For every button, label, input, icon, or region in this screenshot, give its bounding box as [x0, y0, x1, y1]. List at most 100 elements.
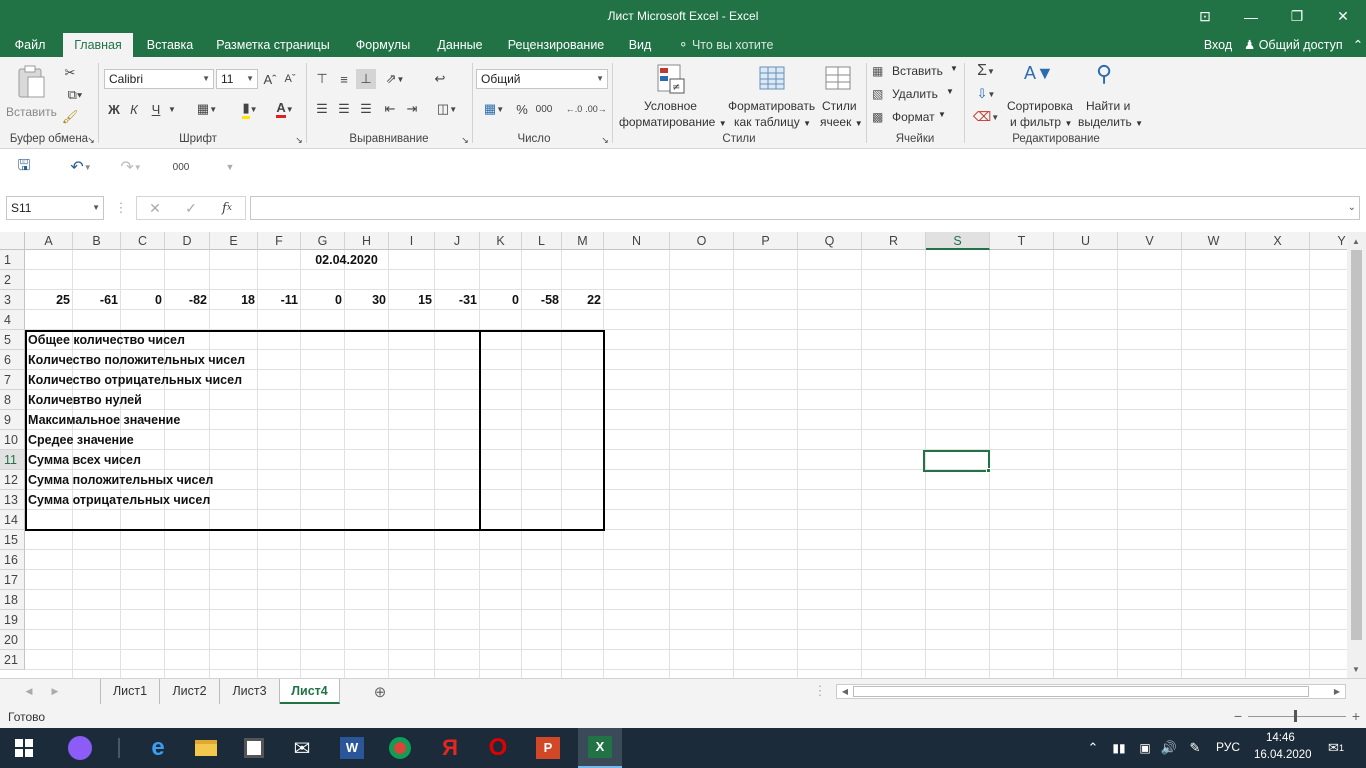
language-indicator[interactable]: РУС: [1216, 740, 1240, 754]
format-as-table-button[interactable]: Форматировать как таблицу ▼: [726, 61, 818, 131]
row-header-17[interactable]: 17: [0, 570, 25, 590]
column-header-a[interactable]: A: [25, 232, 73, 250]
fill-icon[interactable]: ⇩ ▼: [970, 84, 1002, 104]
volume-icon[interactable]: 🔊: [1158, 738, 1180, 758]
row-header-3[interactable]: 3: [0, 290, 25, 310]
decrease-font-icon[interactable]: Aˇ: [282, 69, 298, 89]
select-all-corner[interactable]: [0, 232, 25, 250]
column-header-c[interactable]: C: [121, 232, 165, 250]
row-header-16[interactable]: 16: [0, 550, 25, 570]
undo-icon[interactable]: ↶ ▼: [64, 157, 98, 177]
font-name-select[interactable]: Calibri ▼: [104, 69, 214, 89]
alice-assistant-icon[interactable]: [64, 732, 96, 764]
tab-formulas[interactable]: Формулы: [346, 33, 420, 57]
column-header-v[interactable]: V: [1118, 232, 1182, 250]
format-cells-button[interactable]: ▩ Формат ▼: [872, 109, 960, 127]
excel-taskbar-icon[interactable]: X: [578, 728, 622, 768]
windows-start-icon[interactable]: [8, 732, 40, 764]
chrome-icon[interactable]: [384, 732, 416, 764]
conditional-formatting-button[interactable]: ≠ Условное форматирование ▼: [616, 61, 727, 131]
column-header-y[interactable]: Y: [1310, 232, 1347, 250]
close-button[interactable]: ✕: [1320, 0, 1366, 33]
column-header-i[interactable]: I: [389, 232, 435, 250]
currency-icon[interactable]: ▦ ▼: [478, 99, 510, 119]
battery-icon[interactable]: ▮▮: [1108, 738, 1130, 758]
scroll-up-icon[interactable]: ▲: [1349, 234, 1363, 248]
row-header-1[interactable]: 1: [0, 250, 25, 270]
thousands-button[interactable]: 000: [534, 99, 554, 119]
row-header-14[interactable]: 14: [0, 510, 25, 530]
tab-data[interactable]: Данные: [428, 33, 492, 57]
horizontal-scrollbar[interactable]: ◀ ▶: [836, 684, 1346, 699]
word-icon[interactable]: W: [336, 732, 368, 764]
cell-number[interactable]: -31: [435, 290, 480, 310]
column-header-f[interactable]: F: [258, 232, 301, 250]
zoom-slider-thumb[interactable]: [1294, 710, 1297, 722]
minimize-button[interactable]: —: [1228, 0, 1274, 33]
autosum-icon[interactable]: Σ ▼: [970, 61, 1002, 81]
tray-chevron-up-icon[interactable]: ⌃: [1084, 738, 1102, 758]
borders-icon[interactable]: ▦ ▼: [192, 99, 222, 119]
increase-decimal-icon[interactable]: ←.0: [564, 99, 584, 119]
cell-number[interactable]: 15: [389, 290, 435, 310]
cell-number[interactable]: -61: [73, 290, 121, 310]
chevron-down-icon[interactable]: ▼: [166, 99, 178, 119]
find-select-button[interactable]: ⚲ Найти и выделить ▼: [1076, 61, 1143, 131]
tell-me-box[interactable]: ⚬ Что вы хотите сделать?: [678, 33, 828, 76]
redo-icon[interactable]: ↷ ▼: [114, 157, 148, 177]
column-header-h[interactable]: H: [345, 232, 389, 250]
column-header-u[interactable]: U: [1054, 232, 1118, 250]
align-bottom-icon[interactable]: ⊥: [356, 69, 376, 89]
decrease-decimal-icon[interactable]: .00→: [585, 99, 607, 119]
insert-function-icon[interactable]: fx: [217, 198, 237, 218]
tab-insert[interactable]: Вставка: [138, 33, 202, 57]
file-explorer-icon[interactable]: [190, 732, 222, 764]
paste-button[interactable]: Вставить: [6, 63, 57, 127]
increase-indent-icon[interactable]: ⇥: [402, 99, 422, 119]
next-sheet-icon[interactable]: ▶: [48, 683, 62, 699]
cell-number[interactable]: 30: [345, 290, 389, 310]
dialog-launcher-icon[interactable]: ↘: [86, 135, 96, 145]
sheet-tab-1[interactable]: Лист1: [100, 679, 160, 704]
column-header-x[interactable]: X: [1246, 232, 1310, 250]
increase-font-icon[interactable]: Aˆ: [262, 69, 278, 89]
column-header-l[interactable]: L: [522, 232, 562, 250]
column-header-d[interactable]: D: [165, 232, 210, 250]
tab-file[interactable]: Файл: [6, 33, 54, 57]
scroll-down-icon[interactable]: ▼: [1349, 662, 1363, 676]
network-icon[interactable]: ▣: [1134, 738, 1156, 758]
edge-browser-icon[interactable]: e: [142, 732, 174, 764]
align-right-icon[interactable]: ☰: [356, 99, 376, 119]
tab-view[interactable]: Вид: [620, 33, 660, 57]
tab-page-layout[interactable]: Разметка страницы: [210, 33, 336, 57]
store-icon[interactable]: [238, 732, 270, 764]
vertical-scrollbar[interactable]: ▲ ▼: [1347, 232, 1366, 678]
dialog-launcher-icon[interactable]: ↘: [294, 135, 304, 145]
row-header-20[interactable]: 20: [0, 630, 25, 650]
percent-button[interactable]: %: [514, 99, 530, 119]
sheet-tab-3[interactable]: Лист3: [220, 679, 280, 704]
delete-cells-button[interactable]: ▧ Удалить ▼: [872, 86, 960, 104]
row-header-7[interactable]: 7: [0, 370, 25, 390]
column-header-o[interactable]: O: [670, 232, 734, 250]
scroll-right-icon[interactable]: ▶: [1331, 685, 1343, 698]
add-sheet-icon[interactable]: ⊕: [370, 682, 390, 702]
align-center-icon[interactable]: ☰: [334, 99, 354, 119]
spreadsheet-grid[interactable]: ABCDEFGHIJKLMNOPQRSTUVWXY 1 2 3 4 5 6 7 8 9 10 11 1…: [0, 232, 1347, 678]
cut-icon[interactable]: ✂: [60, 63, 80, 83]
zoom-slider[interactable]: [1248, 716, 1346, 717]
powerpoint-icon[interactable]: P: [532, 732, 564, 764]
underline-button[interactable]: Ч: [148, 99, 164, 119]
italic-button[interactable]: К: [126, 99, 142, 119]
cell-number[interactable]: 0: [301, 290, 345, 310]
dialog-launcher-icon[interactable]: ↘: [600, 135, 610, 145]
row-header-13[interactable]: 13: [0, 490, 25, 510]
cell-number[interactable]: -58: [522, 290, 562, 310]
bold-button[interactable]: Ж: [106, 99, 122, 119]
cell-number[interactable]: 0: [121, 290, 165, 310]
cell-number[interactable]: 18: [210, 290, 258, 310]
align-top-icon[interactable]: ⊤: [312, 69, 332, 89]
scroll-left-icon[interactable]: ◀: [839, 685, 851, 698]
column-header-b[interactable]: B: [73, 232, 121, 250]
cell-number[interactable]: -11: [258, 290, 301, 310]
